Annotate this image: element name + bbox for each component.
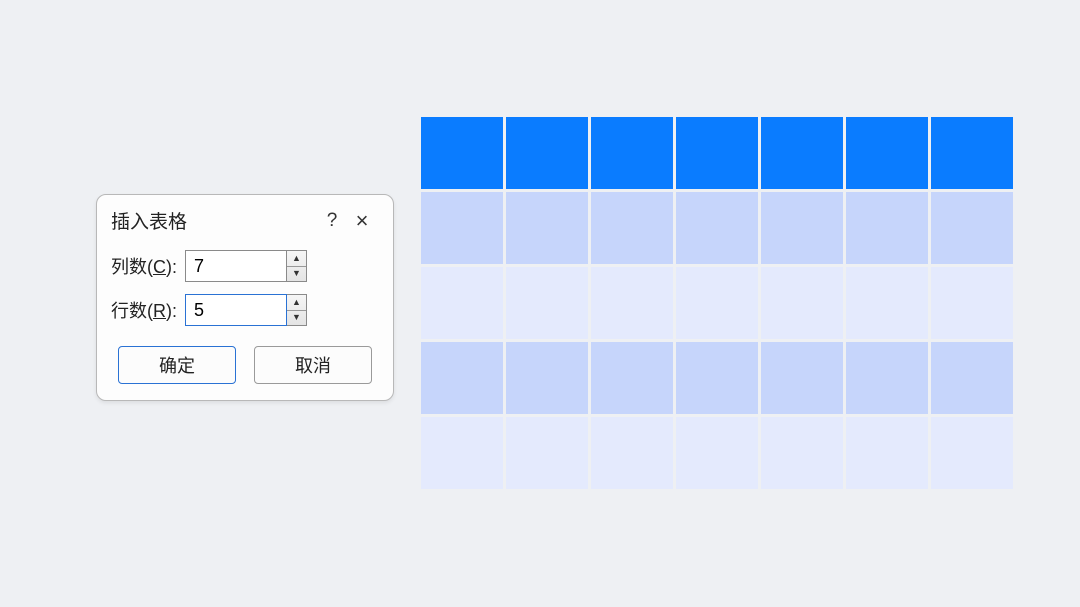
table-cell	[930, 266, 1015, 341]
table-row	[420, 341, 1015, 416]
table-cell	[845, 191, 930, 266]
table-cell	[505, 191, 590, 266]
table-row	[420, 416, 1015, 491]
table-cell	[760, 416, 845, 491]
table-cell	[420, 341, 505, 416]
insert-table-dialog: 插入表格 ? × 列数(C): ▲ ▼ 行数(R): ▲ ▼	[96, 194, 394, 401]
table-cell	[420, 266, 505, 341]
table-row	[420, 191, 1015, 266]
table-cell	[420, 116, 505, 191]
rows-step-down[interactable]: ▼	[287, 311, 306, 326]
table-cell	[675, 341, 760, 416]
table-cell	[590, 341, 675, 416]
help-icon[interactable]: ?	[317, 210, 347, 232]
table-cell	[590, 416, 675, 491]
columns-row: 列数(C): ▲ ▼	[111, 250, 379, 282]
columns-label: 列数(C):	[111, 253, 185, 279]
dialog-titlebar[interactable]: 插入表格 ? ×	[97, 195, 393, 244]
table-cell	[590, 191, 675, 266]
table-cell	[675, 116, 760, 191]
table-cell	[845, 341, 930, 416]
table-cell	[675, 191, 760, 266]
table-cell	[590, 266, 675, 341]
rows-label: 行数(R):	[111, 297, 185, 323]
dialog-title: 插入表格	[111, 207, 317, 234]
table-cell	[845, 416, 930, 491]
rows-spinner: ▲ ▼	[185, 294, 307, 326]
table-cell	[675, 416, 760, 491]
table-cell	[930, 116, 1015, 191]
close-icon[interactable]: ×	[347, 211, 377, 230]
rows-spinner-buttons: ▲ ▼	[287, 294, 307, 326]
table-cell	[505, 116, 590, 191]
table-cell	[760, 341, 845, 416]
columns-spinner: ▲ ▼	[185, 250, 307, 282]
dialog-body: 列数(C): ▲ ▼ 行数(R): ▲ ▼	[97, 244, 393, 340]
table-cell	[845, 266, 930, 341]
table-cell	[590, 116, 675, 191]
table-cell	[930, 416, 1015, 491]
table-cell	[505, 416, 590, 491]
table-cell	[420, 416, 505, 491]
cancel-button[interactable]: 取消	[254, 346, 372, 384]
dialog-buttons: 确定 取消	[97, 340, 393, 386]
columns-input[interactable]	[185, 250, 287, 282]
ok-button[interactable]: 确定	[118, 346, 236, 384]
table-cell	[505, 266, 590, 341]
rows-step-up[interactable]: ▲	[287, 295, 306, 311]
columns-step-down[interactable]: ▼	[287, 267, 306, 282]
table-row	[420, 116, 1015, 191]
rows-input[interactable]	[185, 294, 287, 326]
table-cell	[845, 116, 930, 191]
table-cell	[420, 191, 505, 266]
columns-step-up[interactable]: ▲	[287, 251, 306, 267]
table-cell	[760, 191, 845, 266]
table-cell	[760, 266, 845, 341]
table-cell	[930, 341, 1015, 416]
table-cell	[760, 116, 845, 191]
table-cell	[930, 191, 1015, 266]
table-cell	[675, 266, 760, 341]
rows-row: 行数(R): ▲ ▼	[111, 294, 379, 326]
columns-spinner-buttons: ▲ ▼	[287, 250, 307, 282]
table-row	[420, 266, 1015, 341]
table-cell	[505, 341, 590, 416]
table-preview	[418, 114, 1016, 492]
